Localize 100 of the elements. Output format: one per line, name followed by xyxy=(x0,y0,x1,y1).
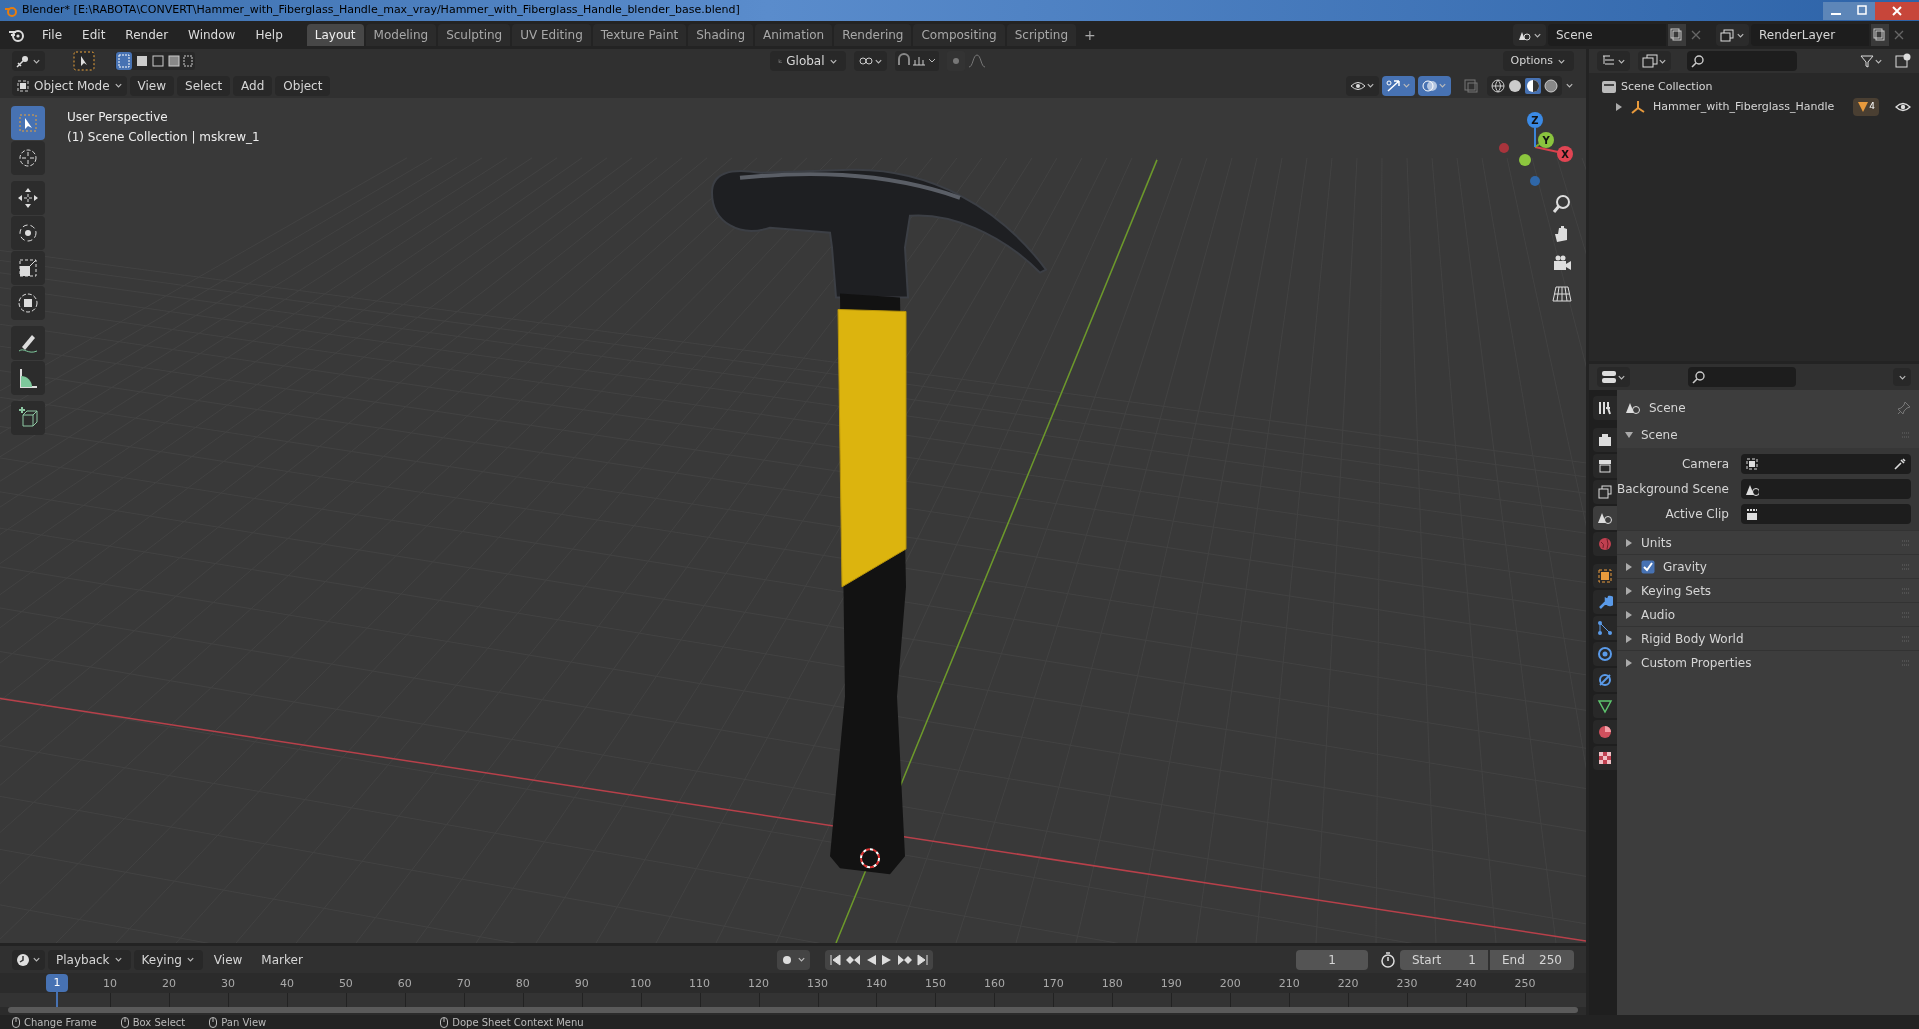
panel-header[interactable]: Units xyxy=(1617,530,1919,554)
properties-tab[interactable] xyxy=(1593,668,1617,692)
workspace-tab[interactable]: Animation xyxy=(755,24,833,46)
modifier-count-badge[interactable]: 4 xyxy=(1853,98,1879,116)
negative-axis-dot[interactable] xyxy=(1519,154,1531,166)
options-dropdown[interactable] xyxy=(1893,368,1911,386)
pin-icon[interactable] xyxy=(1897,401,1911,415)
properties-tab[interactable] xyxy=(1593,720,1617,744)
start-frame-field[interactable]: Start 1 xyxy=(1400,949,1488,970)
workspace-tab[interactable]: Texture Paint xyxy=(592,24,687,46)
workspace-tab[interactable]: Modeling xyxy=(365,24,437,46)
properties-tab[interactable] xyxy=(1593,590,1617,614)
workspace-tab[interactable]: Scripting xyxy=(1006,24,1077,46)
tool-button[interactable] xyxy=(11,181,45,215)
keyframe-track[interactable] xyxy=(0,993,1586,1007)
stopwatch-icon[interactable] xyxy=(1379,950,1397,969)
panel-header[interactable]: Rigid Body World xyxy=(1617,626,1919,650)
scrollbar[interactable] xyxy=(8,1007,1578,1013)
properties-tab[interactable] xyxy=(1593,454,1617,478)
properties-tab[interactable] xyxy=(1593,428,1617,452)
menu-item[interactable]: View xyxy=(205,949,251,970)
object-field[interactable] xyxy=(1741,504,1911,524)
playback-controls[interactable] xyxy=(824,949,933,970)
tool-button[interactable] xyxy=(11,326,45,360)
menu-item[interactable]: File xyxy=(34,24,71,46)
scene-field[interactable]: Scene xyxy=(1548,24,1666,46)
eye-dropdown[interactable] xyxy=(1346,75,1379,96)
workspace-tab[interactable]: Sculpting xyxy=(438,24,511,46)
view-layer-field[interactable]: RenderLayer xyxy=(1751,24,1869,46)
editor-type-button[interactable] xyxy=(1597,367,1630,387)
properties-tab[interactable] xyxy=(1593,694,1617,718)
pivot-dropdown[interactable] xyxy=(853,51,887,71)
copy-icon[interactable] xyxy=(1871,24,1889,46)
editor-type-button[interactable] xyxy=(12,949,45,970)
negative-axis-dot[interactable] xyxy=(1530,176,1540,186)
menu-item[interactable]: Edit xyxy=(74,24,114,46)
hammer-drawing[interactable] xyxy=(711,168,1047,875)
workspace-tab[interactable]: Compositing xyxy=(913,24,1005,46)
copy-icon[interactable] xyxy=(1668,24,1686,46)
filter-view-dropdown[interactable] xyxy=(1638,51,1671,71)
menu-item[interactable]: Marker xyxy=(253,949,311,970)
overlay-circles-dropdown[interactable] xyxy=(1418,75,1451,96)
navigation-gizmo[interactable]: X Y Z xyxy=(1490,110,1580,194)
menu-item[interactable]: Window xyxy=(180,24,244,46)
orientation-dropdown[interactable]: Global xyxy=(769,51,846,71)
minimize-icon[interactable] xyxy=(1823,1,1849,20)
menu-item[interactable]: Keying xyxy=(133,949,203,970)
new-collection-icon[interactable] xyxy=(1895,53,1911,69)
editor-type-button[interactable] xyxy=(12,51,45,71)
tool-button[interactable] xyxy=(11,401,45,435)
expand-arrow-icon[interactable] xyxy=(1615,103,1623,111)
checkbox[interactable] xyxy=(1641,559,1655,574)
record-button[interactable] xyxy=(776,949,810,970)
menu-item[interactable]: Help xyxy=(247,24,291,46)
tool-button[interactable] xyxy=(11,286,45,320)
snap-icon[interactable] xyxy=(894,51,939,71)
image-stack-selector[interactable] xyxy=(1716,24,1749,46)
workspace-tab[interactable]: UV Editing xyxy=(512,24,591,46)
shading-mode-buttons[interactable] xyxy=(1487,75,1562,96)
menu-item[interactable]: Add xyxy=(233,75,273,96)
options-dropdown[interactable]: Options xyxy=(1502,51,1574,71)
select-tool-icon[interactable] xyxy=(73,51,95,71)
menu-item[interactable]: Playback xyxy=(48,949,131,970)
search-field[interactable] xyxy=(1688,367,1796,387)
close-icon[interactable] xyxy=(1875,1,1919,20)
panel-header[interactable]: Custom Properties xyxy=(1617,650,1919,674)
workspace-tab[interactable]: Layout xyxy=(306,24,364,46)
menu-item[interactable]: Object xyxy=(275,75,331,96)
axis-handle[interactable] xyxy=(1527,112,1543,148)
object-field[interactable] xyxy=(1741,479,1911,499)
menu-item[interactable]: Select xyxy=(177,75,231,96)
gizmo-arrow-dropdown[interactable] xyxy=(1382,75,1415,96)
workspace-tab[interactable]: Shading xyxy=(688,24,753,46)
panel-header[interactable]: Audio xyxy=(1617,602,1919,626)
mode-dropdown[interactable]: Object Mode xyxy=(12,75,127,96)
add-workspace-button[interactable]: + xyxy=(1080,24,1100,46)
properties-tab[interactable] xyxy=(1593,616,1617,640)
current-frame-field[interactable]: 1 xyxy=(1296,949,1368,970)
axis-handle[interactable] xyxy=(1534,132,1554,148)
menu-item[interactable]: Render xyxy=(117,24,177,46)
properties-tab[interactable] xyxy=(1593,506,1617,530)
properties-tab[interactable] xyxy=(1593,396,1617,420)
tool-button[interactable] xyxy=(11,361,45,395)
outliner-row[interactable]: Scene Collection xyxy=(1589,77,1919,97)
3d-cursor-icon[interactable] xyxy=(860,848,880,869)
menu-item[interactable]: View xyxy=(129,75,175,96)
panel-header[interactable]: Keying Sets xyxy=(1617,578,1919,602)
tool-button[interactable] xyxy=(11,251,45,285)
selection-mode-icon[interactable] xyxy=(115,51,195,71)
display-mode-dropdown[interactable] xyxy=(1597,51,1630,71)
scene-selector[interactable] xyxy=(1513,24,1546,46)
properties-tab[interactable] xyxy=(1593,642,1617,666)
maximize-icon[interactable] xyxy=(1849,1,1875,20)
eye-icon[interactable] xyxy=(1895,101,1911,113)
3d-viewport[interactable]: User Perspective (1) Scene Collection | mskrew_1 X Y Z xyxy=(0,98,1586,943)
tool-button[interactable] xyxy=(11,216,45,250)
properties-tab[interactable] xyxy=(1593,746,1617,770)
negative-axis-dot[interactable] xyxy=(1499,143,1509,153)
search-field[interactable] xyxy=(1687,51,1797,71)
playhead[interactable]: 1 xyxy=(46,974,68,992)
